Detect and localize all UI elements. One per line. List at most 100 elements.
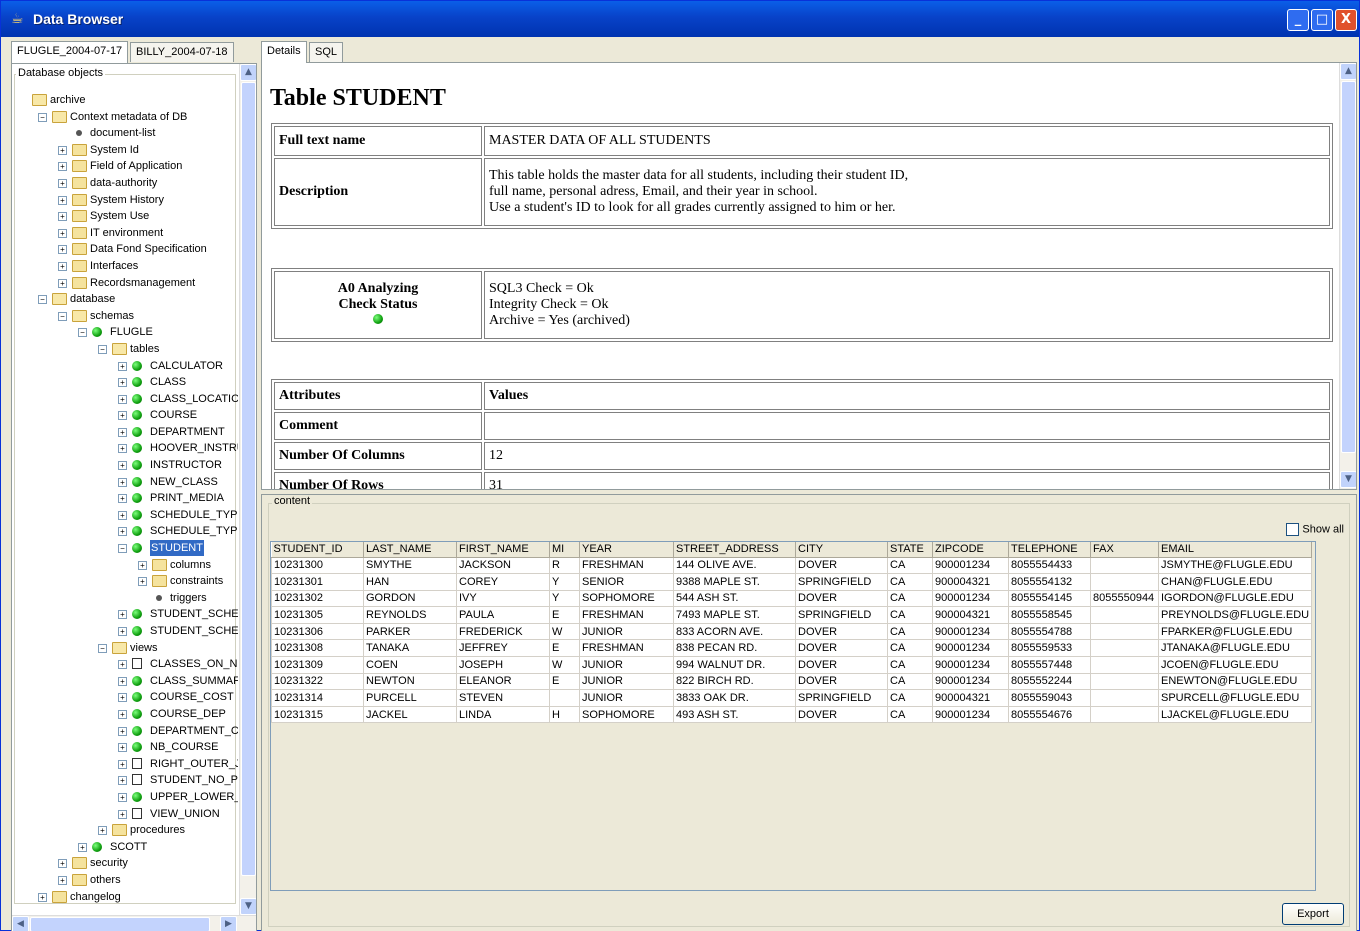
table-row[interactable]: 10231305 REYNOLDS PAULA E FRESHMAN 7493 MAPLE… (271, 606, 1313, 624)
table-cell[interactable]: CA (887, 656, 933, 674)
table-cell[interactable]: JTANAKA@FLUGLE.EDU (1157, 639, 1313, 658)
tree-node[interactable]: document-list (12, 125, 238, 142)
tab-flugle[interactable]: FLUGLE_2004-07-17 (11, 41, 129, 63)
table-cell[interactable]: 544 ASH ST. (673, 589, 796, 608)
table-cell[interactable]: FRESHMAN (579, 556, 674, 575)
table-cell[interactable]: SENIOR (579, 573, 674, 591)
expand-icon[interactable]: + (118, 427, 127, 437)
column-header[interactable]: TELEPHONE (1008, 542, 1091, 558)
table-cell[interactable]: DOVER (795, 672, 888, 691)
table-cell[interactable]: HAN (363, 573, 457, 591)
tab-sql[interactable]: SQL (309, 42, 344, 62)
expand-icon[interactable]: + (118, 477, 127, 487)
table-cell[interactable]: 8055552244 (1008, 672, 1091, 691)
tree-node[interactable]: − views (12, 640, 238, 657)
expand-icon[interactable]: + (58, 245, 67, 255)
table-cell[interactable]: SPRINGFIELD (795, 606, 888, 624)
table-cell[interactable]: 10231306 (271, 622, 364, 641)
tree-node[interactable]: + columns (12, 557, 238, 574)
table-cell[interactable]: SOPHOMORE (579, 589, 674, 608)
tree-node-label[interactable]: STUDENT (150, 540, 204, 557)
tree-node[interactable]: + CLASS_LOCATIC (12, 391, 238, 408)
table-cell[interactable]: 900004321 (932, 606, 1009, 624)
tree-node[interactable]: + Interfaces (12, 258, 238, 275)
table-cell[interactable]: 10231315 (271, 705, 364, 724)
tree-node-label[interactable]: procedures (130, 822, 185, 838)
expand-icon[interactable]: + (118, 743, 127, 753)
tree-node-label[interactable]: COURSE_DEP (150, 706, 226, 722)
tree-node[interactable]: + System Id (12, 142, 238, 159)
tree-node[interactable]: + SCHEDULE_TYPE (12, 507, 238, 524)
table-cell[interactable]: CA (887, 689, 933, 707)
tree-node[interactable]: + NEW_CLASS (12, 474, 238, 491)
table-cell[interactable]: W (549, 656, 580, 674)
tree-node-label[interactable]: DEPARTMENT_CI (150, 723, 238, 739)
table-cell[interactable]: JACKSON (456, 556, 550, 575)
tree-node-label[interactable]: PRINT_MEDIA (150, 490, 224, 506)
table-cell[interactable]: CA (887, 589, 933, 608)
tree-node-label[interactable]: Data Fond Specification (90, 241, 207, 257)
tree-vertical-scrollbar[interactable]: ▲ ▼ (239, 64, 256, 916)
table-cell[interactable]: 8055554788 (1008, 622, 1091, 641)
table-cell[interactable]: DOVER (795, 622, 888, 641)
expand-icon[interactable]: + (118, 444, 127, 454)
table-cell[interactable]: 900001234 (932, 556, 1009, 575)
tree-node-label[interactable]: System Id (90, 142, 139, 158)
tree-node[interactable]: + DEPARTMENT_CI (12, 723, 238, 740)
tree-node-label[interactable]: CLASSES_ON_N (150, 656, 237, 672)
column-header[interactable]: LAST_NAME (363, 542, 457, 558)
expand-icon[interactable]: + (58, 228, 67, 238)
table-cell[interactable]: PAULA (456, 606, 550, 624)
table-cell[interactable]: E (549, 639, 580, 658)
scroll-left-icon[interactable]: ◀ (12, 916, 29, 931)
table-row[interactable]: 10231302 GORDON IVY Y SOPHOMORE 544 ASH ST. DO… (271, 589, 1313, 608)
title-bar[interactable]: ☕ Data Browser _ □ X (1, 1, 1359, 37)
table-cell[interactable]: DOVER (795, 656, 888, 674)
tree-node-label[interactable]: data-authority (90, 175, 157, 191)
tree-node[interactable]: + COURSE (12, 407, 238, 424)
tree-node-label[interactable]: schemas (90, 308, 134, 324)
tree-node[interactable]: + System History (12, 192, 238, 209)
expand-icon[interactable]: + (98, 826, 107, 836)
table-cell[interactable]: 8055558545 (1008, 606, 1091, 624)
table-cell[interactable]: PREYNOLDS@FLUGLE.EDU (1157, 606, 1313, 624)
table-cell[interactable]: 900001234 (932, 622, 1009, 641)
table-cell[interactable]: STEVEN (456, 689, 550, 707)
tree-node[interactable]: − FLUGLE (12, 324, 238, 341)
tree-node-label[interactable]: COURSE_COST (150, 689, 234, 705)
tree-node[interactable]: + STUDENT_SCHEI (12, 606, 238, 623)
table-cell[interactable] (1090, 556, 1159, 575)
expand-icon[interactable]: + (118, 494, 127, 504)
expand-icon[interactable]: + (78, 842, 87, 852)
tree-node[interactable]: + COURSE_DEP (12, 706, 238, 723)
table-cell[interactable]: JACKEL (363, 705, 457, 724)
tree-node[interactable]: − STUDENT (12, 540, 238, 557)
column-header[interactable]: FAX (1090, 542, 1159, 558)
minimize-button[interactable]: _ (1287, 9, 1309, 31)
expand-icon[interactable]: + (118, 394, 127, 404)
export-button[interactable]: Export (1282, 903, 1344, 925)
table-cell[interactable]: E (549, 606, 580, 624)
tree-node[interactable]: + changelog (12, 889, 238, 905)
column-header[interactable]: STATE (887, 542, 933, 558)
tree-node[interactable]: archive (12, 92, 238, 109)
table-cell[interactable]: W (549, 622, 580, 641)
tab-details[interactable]: Details (261, 41, 307, 63)
checkbox-icon[interactable] (1286, 523, 1300, 536)
table-cell[interactable]: 7493 MAPLE ST. (673, 606, 796, 624)
tree-node[interactable]: triggers (12, 590, 238, 607)
table-cell[interactable]: Y (549, 573, 580, 591)
expand-icon[interactable]: + (118, 660, 127, 670)
table-row[interactable]: 10231308 TANAKA JEFFREY E FRESHMAN 838 PECAN … (271, 639, 1313, 658)
scroll-up-icon[interactable]: ▲ (1340, 63, 1356, 80)
table-cell[interactable]: 10231302 (271, 589, 364, 608)
column-header[interactable]: FIRST_NAME (456, 542, 550, 558)
tree-node-label[interactable]: NB_COURSE (150, 739, 218, 755)
table-row[interactable]: 10231309 COEN JOSEPH W JUNIOR 994 WALNUT DR. D… (271, 656, 1313, 674)
tree-node-label[interactable]: Interfaces (90, 258, 138, 274)
table-cell[interactable]: ELEANOR (456, 672, 550, 691)
tree-node-label[interactable]: Field of Application (90, 158, 182, 174)
table-cell[interactable]: NEWTON (363, 672, 457, 691)
table-cell[interactable]: JSMYTHE@FLUGLE.EDU (1157, 556, 1313, 575)
table-cell[interactable]: 10231308 (271, 639, 364, 658)
